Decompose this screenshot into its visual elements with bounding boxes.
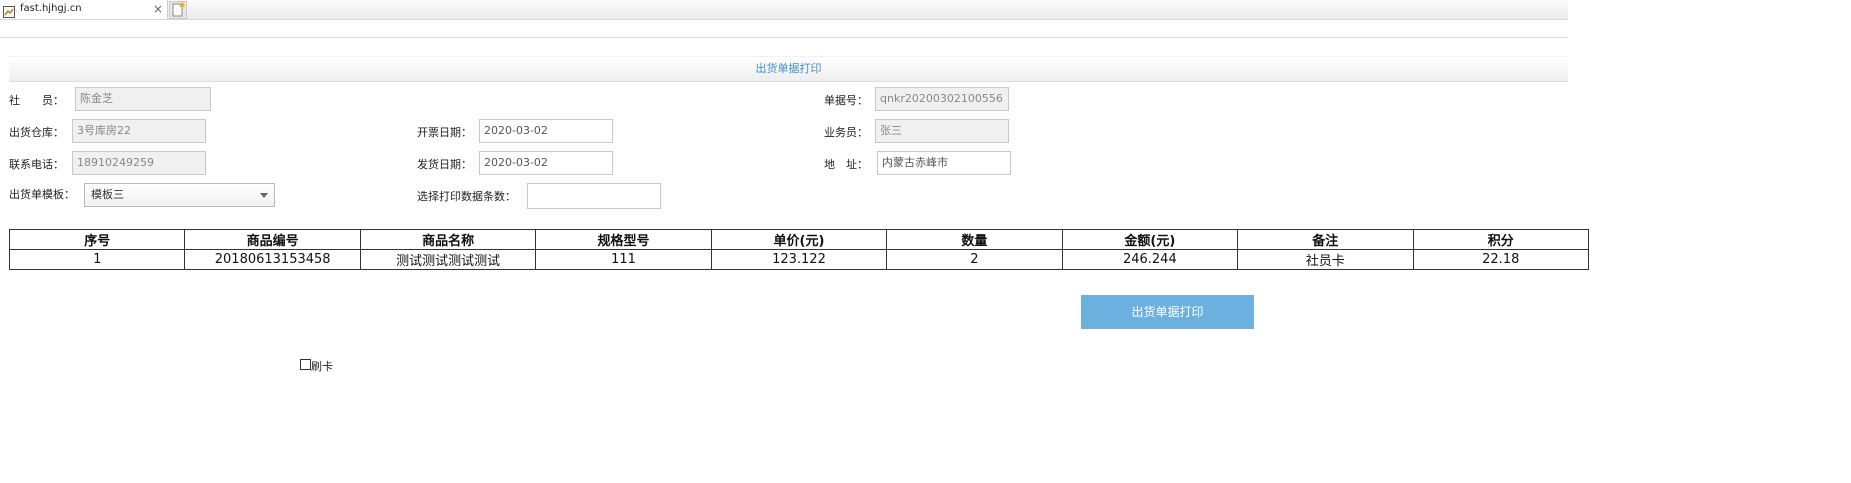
table-cell: 测试测试测试测试 (359, 249, 537, 270)
new-tab-icon (172, 2, 185, 17)
template-select-value: 模板三 (91, 188, 124, 201)
print-count-field[interactable] (527, 183, 661, 209)
print-count-label: 选择打印数据条数： (417, 190, 516, 203)
panel-title: 出货单据打印 (755, 62, 822, 75)
phone-label: 联系电话： (9, 158, 64, 171)
column-header: 商品名称 (359, 229, 537, 250)
address-label: 地 址： (824, 158, 868, 171)
column-header: 规格型号 (535, 229, 712, 250)
toolbar-divider (0, 37, 1568, 38)
invoice-date-field[interactable]: 2020-03-02 (479, 119, 613, 143)
table-cell: 20180613153458 (184, 249, 361, 270)
column-header: 金额(元) (1061, 229, 1239, 250)
table-header-row: 序号 商品编号 商品名称 规格型号 单价(元) 数量 金额(元) 备注 积分 (8, 229, 1589, 250)
salesperson-label: 业务员： (824, 126, 868, 139)
invoice-date-label: 开票日期： (417, 126, 472, 139)
column-header: 积分 (1412, 229, 1589, 250)
column-header: 数量 (886, 229, 1063, 250)
close-tab-icon[interactable]: × (153, 2, 163, 16)
column-header: 单价(元) (710, 229, 888, 250)
member-label: 社 员： (9, 94, 64, 107)
table-cell: 123.122 (710, 249, 888, 270)
new-tab-button[interactable] (169, 1, 187, 19)
ship-date-label: 发货日期： (417, 158, 472, 171)
column-header: 序号 (8, 229, 186, 250)
browser-tab-title: fast.hjhgj.cn (20, 3, 82, 14)
salesperson-field[interactable]: 张三 (875, 119, 1009, 143)
goods-table: 序号 商品编号 商品名称 规格型号 单价(元) 数量 金额(元) 备注 积分 1… (8, 229, 1589, 270)
table-cell: 2 (886, 249, 1063, 270)
page-favicon-icon (3, 3, 15, 18)
table-cell: 社员卡 (1237, 249, 1414, 270)
print-receipt-button[interactable]: 出货单据打印 (1081, 295, 1254, 329)
template-label: 出货单模板： (9, 188, 75, 201)
column-header: 备注 (1237, 229, 1414, 250)
receipt-no-field[interactable]: qnkr20200302100556 (875, 87, 1009, 111)
member-field[interactable]: 陈金芝 (75, 87, 211, 111)
browser-tab[interactable]: fast.hjhgj.cn × (0, 0, 168, 19)
table-row: 1 20180613153458 测试测试测试测试 111 123.122 2 … (8, 249, 1589, 270)
ship-date-field[interactable]: 2020-03-02 (479, 151, 613, 175)
chevron-down-icon (260, 193, 268, 198)
table-cell: 1 (8, 249, 186, 270)
table-cell: 111 (535, 249, 712, 270)
table-cell: 22.18 (1412, 249, 1589, 270)
phone-field[interactable]: 18910249259 (72, 151, 206, 175)
browser-tab-bar (0, 0, 1568, 20)
column-header: 商品编号 (184, 229, 361, 250)
warehouse-label: 出货仓库： (9, 126, 64, 139)
panel-header: 出货单据打印 (9, 56, 1568, 82)
swipe-card-label: 刷卡 (311, 360, 333, 373)
table-cell: 246.244 (1061, 249, 1239, 270)
swipe-card-checkbox[interactable] (300, 359, 311, 370)
receipt-no-label: 单据号： (824, 94, 868, 107)
address-field[interactable]: 内蒙古赤峰市 (877, 151, 1011, 175)
warehouse-field[interactable]: 3号库房22 (72, 119, 206, 143)
template-select[interactable]: 模板三 (84, 183, 275, 207)
